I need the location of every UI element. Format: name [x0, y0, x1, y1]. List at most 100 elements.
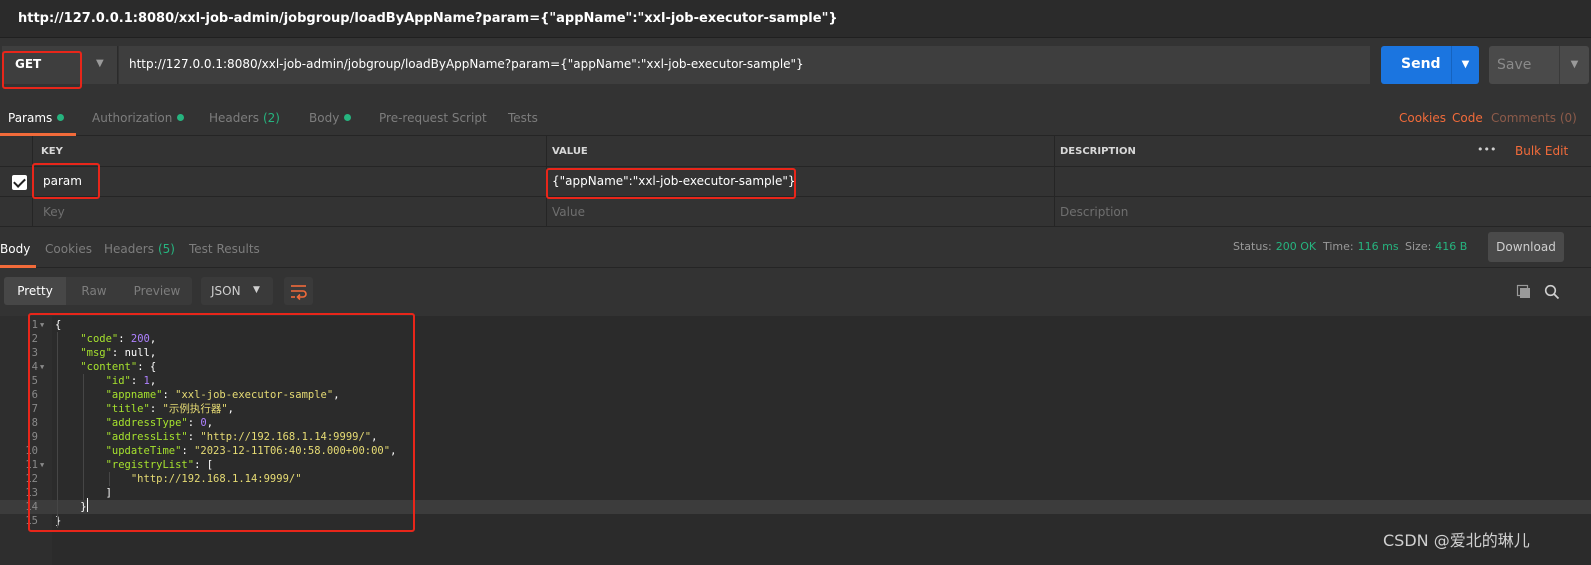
- headers-count: (2): [262, 111, 280, 125]
- code-line: 12 "http://192.168.1.14:9999/": [0, 472, 1591, 486]
- value-header-cell: VALUE: [546, 136, 1054, 166]
- preview-button[interactable]: Preview: [122, 277, 192, 305]
- new-description-cell[interactable]: Description: [1054, 197, 1591, 226]
- description-header-cell: DESCRIPTION ••• Bulk Edit: [1054, 136, 1591, 166]
- indent-guide: [57, 332, 58, 528]
- code-text: {: [55, 319, 62, 331]
- description-header: DESCRIPTION: [1060, 146, 1136, 157]
- tab-prerequest-script[interactable]: Pre-request Script: [379, 111, 487, 125]
- comments-link[interactable]: Comments (0): [1491, 111, 1577, 125]
- wrap-lines-button[interactable]: [284, 277, 313, 305]
- new-key-cell[interactable]: Key: [32, 197, 546, 226]
- params-header-row: KEY VALUE DESCRIPTION ••• Bulk Edit: [0, 136, 1591, 167]
- format-value: JSON: [211, 284, 241, 298]
- active-response-tab-indicator: [0, 265, 36, 268]
- param-value-cell[interactable]: {"appName":"xxl-job-executor-sample"}: [546, 167, 1054, 196]
- tab-body-label: Body: [309, 111, 340, 125]
- save-dropdown-icon[interactable]: ▼: [1559, 46, 1589, 84]
- code-line: 11 ▼ "registryList": [: [0, 458, 1591, 472]
- copy-icon[interactable]: [1516, 284, 1532, 300]
- url-input[interactable]: http://127.0.0.1:8080/xxl-job-admin/jobg…: [119, 46, 1370, 84]
- tab-authorization[interactable]: Authorization: [92, 111, 185, 125]
- code-link[interactable]: Code: [1452, 111, 1483, 125]
- cookies-link[interactable]: Cookies: [1399, 111, 1446, 125]
- method-value: GET: [15, 57, 42, 71]
- response-status: Status: 200 OK: [1233, 240, 1316, 253]
- line-number: 3: [31, 347, 38, 359]
- response-tab-cookies[interactable]: Cookies: [45, 242, 92, 256]
- code-line: 3 "msg": null,: [0, 346, 1591, 360]
- tab-body[interactable]: Body: [309, 111, 352, 125]
- response-tab-test-results[interactable]: Test Results: [189, 242, 260, 256]
- bulk-edit-link[interactable]: Bulk Edit: [1515, 144, 1568, 158]
- tab-params[interactable]: Params: [8, 111, 65, 125]
- fold-toggle-icon[interactable]: ▼: [40, 360, 44, 374]
- line-number: 4: [31, 361, 38, 373]
- send-dropdown-icon[interactable]: ▼: [1451, 46, 1479, 84]
- request-bar: GET ▼ http://127.0.0.1:8080/xxl-job-admi…: [0, 38, 1591, 94]
- request-tabs: Params Authorization Headers (2) Body Pre…: [0, 100, 1591, 136]
- code-line: 4 ▼ "content": {: [0, 360, 1591, 374]
- tab-tests[interactable]: Tests: [508, 111, 538, 125]
- code-text: "content": {: [80, 361, 157, 373]
- raw-button[interactable]: Raw: [66, 277, 122, 305]
- key-header: KEY: [41, 146, 63, 157]
- url-value: http://127.0.0.1:8080/xxl-job-admin/jobg…: [129, 57, 804, 71]
- window-title: http://127.0.0.1:8080/xxl-job-admin/jobg…: [18, 11, 838, 26]
- view-mode-group: Pretty Raw Preview: [4, 277, 192, 305]
- body-status-dot: [344, 114, 352, 121]
- tab-headers-label: Headers: [209, 111, 259, 125]
- new-description-placeholder: Description: [1060, 205, 1129, 219]
- line-number: 9: [31, 431, 38, 443]
- param-row: param {"appName":"xxl-job-executor-sampl…: [0, 167, 1591, 197]
- code-text: }: [55, 501, 87, 513]
- code-text: "addressType": 0,: [105, 417, 214, 429]
- line-number: 1: [31, 319, 38, 331]
- param-enabled-checkbox[interactable]: [12, 175, 27, 190]
- params-table: KEY VALUE DESCRIPTION ••• Bulk Edit para…: [0, 136, 1591, 228]
- line-number: 7: [31, 403, 38, 415]
- download-button[interactable]: Download: [1488, 232, 1564, 262]
- fold-toggle-icon[interactable]: ▼: [40, 458, 44, 472]
- chevron-down-icon: ▼: [96, 58, 104, 69]
- new-param-row: Key Value Description: [0, 197, 1591, 227]
- param-key-cell[interactable]: param: [32, 167, 546, 196]
- search-icon[interactable]: [1544, 284, 1560, 300]
- authorization-status-dot: [177, 114, 185, 121]
- method-select[interactable]: GET ▼: [2, 46, 118, 84]
- text-cursor: [87, 498, 88, 512]
- tab-authorization-label: Authorization: [92, 111, 173, 125]
- response-tab-body[interactable]: Body: [0, 242, 30, 256]
- line-number: 13: [25, 487, 38, 499]
- more-options-icon[interactable]: •••: [1477, 143, 1496, 156]
- indent-guide: [109, 472, 110, 486]
- code-line: 14 }: [0, 500, 1591, 514]
- code-text: }: [55, 515, 62, 527]
- save-button[interactable]: Save ▼: [1489, 46, 1589, 84]
- line-number: 11: [25, 459, 38, 471]
- line-number: 6: [31, 389, 38, 401]
- tab-headers[interactable]: Headers (2): [209, 111, 280, 125]
- response-body-viewer[interactable]: 1 ▼{2 "code": 200, 3 "msg": null, 4 ▼ "conte…: [0, 316, 1591, 565]
- response-time: Time: 116 ms: [1323, 240, 1399, 253]
- format-select[interactable]: JSON ▼: [201, 277, 273, 305]
- code-text: "title": "示例执行器",: [105, 403, 234, 415]
- time-label: Time:: [1323, 240, 1354, 253]
- fold-toggle-icon[interactable]: ▼: [40, 318, 44, 332]
- param-description-cell[interactable]: [1054, 167, 1591, 196]
- code-line: 9 "addressList": "http://192.168.1.14:99…: [0, 430, 1591, 444]
- new-value-cell[interactable]: Value: [546, 197, 1054, 226]
- response-tabs: Body Cookies Headers (5) Test Results Sta…: [0, 228, 1591, 268]
- code-line: 13 ]: [0, 486, 1591, 500]
- code-text: "addressList": "http://192.168.1.14:9999…: [105, 431, 378, 443]
- params-status-dot: [57, 114, 65, 121]
- code-line: 5 "id": 1,: [0, 374, 1591, 388]
- code-text: "registryList": [: [105, 459, 214, 471]
- status-value: 200 OK: [1275, 240, 1317, 253]
- send-button[interactable]: Send ▼: [1381, 46, 1479, 84]
- code-line: 6 "appname": "xxl-job-executor-sample",: [0, 388, 1591, 402]
- response-tab-headers[interactable]: Headers (5): [104, 242, 175, 256]
- pretty-button[interactable]: Pretty: [4, 277, 66, 305]
- response-size: Size: 416 B: [1405, 240, 1467, 253]
- line-number: 2: [31, 333, 38, 345]
